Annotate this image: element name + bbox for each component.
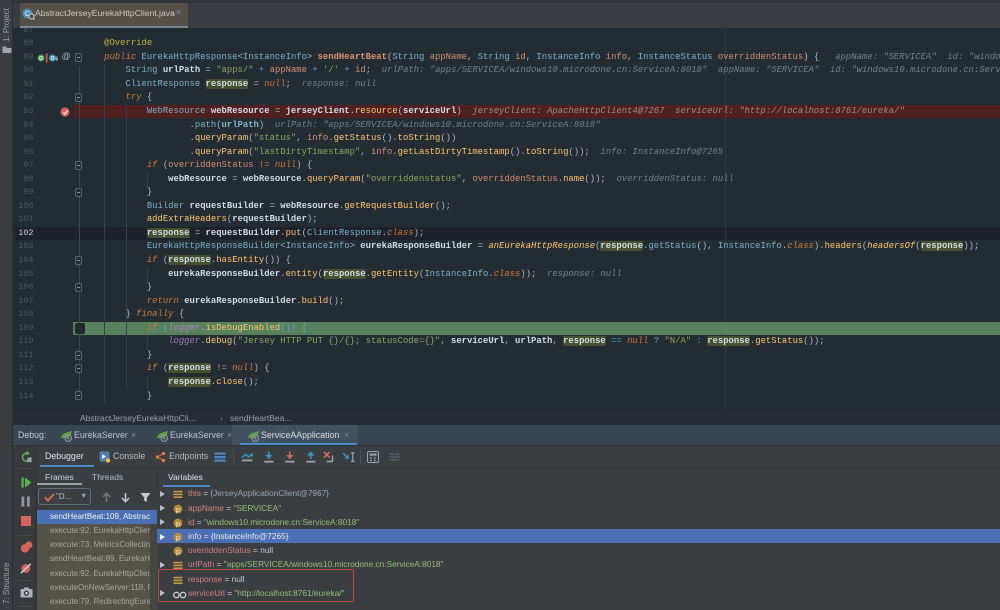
svg-text:p: p xyxy=(176,547,180,556)
svg-text:p: p xyxy=(176,505,180,514)
svg-text:p: p xyxy=(176,533,180,542)
svg-text:p: p xyxy=(176,519,180,528)
